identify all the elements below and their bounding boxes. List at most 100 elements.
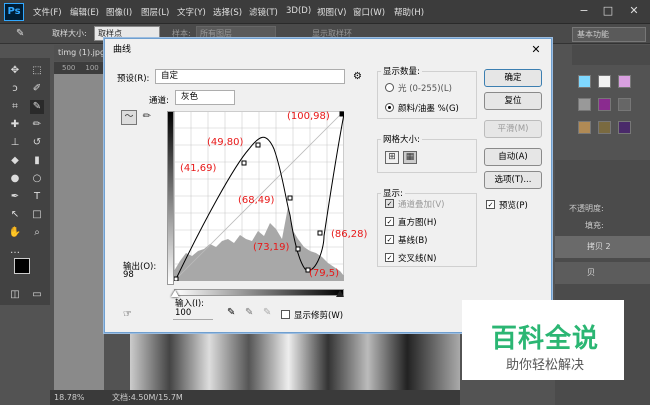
baseline-label: 基线(B) (398, 236, 428, 246)
menu-view[interactable]: 视图(V) (317, 6, 346, 18)
zoom-tool-icon[interactable]: ⌕ (30, 226, 44, 240)
eraser-tool-icon[interactable]: ◆ (8, 154, 22, 168)
menu-file[interactable]: 文件(F) (33, 6, 62, 18)
white-eyedropper-icon[interactable]: ✎ (263, 307, 271, 318)
fill-label: 填充: (585, 221, 604, 230)
quick-mask-icon[interactable]: ◫ (8, 288, 22, 302)
menu-edit[interactable]: 编辑(E) (70, 6, 99, 18)
show-clipping-checkbox[interactable] (281, 310, 290, 319)
document-canvas[interactable] (54, 74, 104, 390)
quick-select-icon[interactable]: ✐ (30, 82, 44, 96)
ruler-mark: 500 (62, 64, 76, 72)
white-point-slider[interactable] (171, 290, 179, 297)
blur-tool-icon[interactable]: ● (8, 172, 22, 186)
watermark-subtitle: 助你轻松解决 (505, 358, 584, 373)
adjustment-swatch[interactable] (578, 121, 591, 134)
point-annotation: (100,98) (287, 111, 330, 122)
path-select-icon[interactable]: ↖ (8, 208, 22, 222)
output-value[interactable]: 98 (123, 270, 134, 280)
preview-checkbox[interactable]: ✓ (486, 200, 495, 209)
layer-name: 拷贝 2 (587, 242, 611, 251)
brush-tool-icon[interactable]: ✏ (30, 118, 44, 132)
dialog-close-icon[interactable]: ✕ (525, 42, 547, 58)
channel-select[interactable]: 灰色 (175, 90, 235, 105)
menu-select[interactable]: 选择(S) (213, 6, 242, 18)
simple-grid-icon[interactable]: ⊞ (385, 151, 399, 164)
adjustment-swatch[interactable] (578, 75, 591, 88)
smooth-button[interactable]: 平滑(M) (484, 120, 542, 138)
adjustment-swatch[interactable] (598, 75, 611, 88)
more-tools-icon[interactable]: … (8, 244, 22, 258)
status-bar: 18.78% 文档:4.50M/15.7M (50, 390, 460, 405)
menu-window[interactable]: 窗口(W) (353, 6, 385, 18)
hand-tool-icon[interactable]: ✋ (8, 226, 22, 240)
point-annotation: (86,28) (331, 229, 368, 240)
minimize-icon[interactable]: − (575, 3, 593, 19)
adjustment-swatch[interactable] (618, 75, 631, 88)
curve-point (255, 142, 261, 148)
ok-button[interactable]: 确定 (484, 69, 542, 87)
menu-3d[interactable]: 3D(D) (286, 6, 311, 16)
adjustment-swatch[interactable] (598, 98, 611, 111)
menu-layer[interactable]: 图层(L) (141, 6, 169, 18)
input-gradient-bar (174, 289, 344, 296)
show-clipping-label: 显示修剪(W) (294, 311, 344, 321)
black-point-slider[interactable] (336, 290, 344, 297)
auto-button[interactable]: 自动(A) (484, 148, 542, 166)
history-brush-icon[interactable]: ↺ (30, 136, 44, 150)
gray-eyedropper-icon[interactable]: ✎ (245, 307, 253, 318)
crop-tool-icon[interactable]: ⌗ (8, 100, 22, 114)
type-tool-icon[interactable]: T (30, 190, 44, 204)
layer-row[interactable]: 贝 (555, 262, 650, 284)
preset-gear-icon[interactable]: ⚙ (353, 71, 362, 82)
stamp-tool-icon[interactable]: ⊥ (8, 136, 22, 150)
adjustment-swatch[interactable] (618, 98, 631, 111)
menu-filter[interactable]: 滤镜(T) (249, 6, 278, 18)
marquee-tool-icon[interactable]: ⬚ (30, 64, 44, 78)
pigment-radio[interactable] (385, 103, 394, 112)
preset-label: 预设(R): (117, 74, 150, 84)
baseline-checkbox[interactable]: ✓ (385, 235, 394, 244)
menu-type[interactable]: 文字(Y) (177, 6, 206, 18)
reset-button[interactable]: 复位 (484, 92, 542, 110)
layer-row[interactable]: 拷贝 2 (555, 236, 650, 258)
adjustment-swatch[interactable] (618, 121, 631, 134)
pencil-icon[interactable]: ✏ (139, 110, 155, 125)
preset-select[interactable]: 自定 (155, 69, 345, 84)
channel-overlay-checkbox[interactable]: ✓ (385, 199, 394, 208)
output-gradient-bar (167, 111, 174, 285)
gradient-tool-icon[interactable]: ▮ (30, 154, 44, 168)
dodge-tool-icon[interactable]: ○ (30, 172, 44, 186)
menu-help[interactable]: 帮助(H) (394, 6, 424, 18)
eyedropper-tool-icon[interactable]: ✎ (30, 100, 44, 114)
sample-size-label: 取样大小: (52, 29, 87, 38)
workspace-select[interactable]: 基本功能 (572, 27, 646, 42)
options-button[interactable]: 选项(T)... (484, 171, 542, 189)
eyedropper-icon[interactable]: ✎ (16, 28, 24, 39)
document-image[interactable] (130, 332, 460, 390)
healing-tool-icon[interactable]: ✚ (8, 118, 22, 132)
adjustment-swatch[interactable] (598, 121, 611, 134)
curve-edit-points-icon[interactable]: 〜 (121, 110, 137, 125)
light-radio[interactable] (385, 83, 394, 92)
adjustment-swatch[interactable] (578, 98, 591, 111)
move-tool-icon[interactable]: ✥ (8, 64, 22, 78)
screen-mode-icon[interactable]: ▭ (30, 288, 44, 302)
menu-image[interactable]: 图像(I) (106, 6, 132, 18)
histogram-checkbox[interactable]: ✓ (385, 217, 394, 226)
input-value[interactable]: 100 (173, 307, 213, 320)
preview-label: 预览(P) (499, 201, 528, 211)
intersection-checkbox[interactable]: ✓ (385, 253, 394, 262)
close-icon[interactable]: ✕ (625, 3, 643, 19)
curve-point (317, 230, 323, 236)
zoom-level[interactable]: 18.78% (54, 390, 85, 405)
maximize-icon[interactable]: □ (599, 3, 617, 19)
layer-name: 贝 (587, 268, 595, 277)
black-eyedropper-icon[interactable]: ✎ (227, 307, 235, 318)
lasso-tool-icon[interactable]: ↄ (8, 82, 22, 96)
target-adjust-icon[interactable]: ☞ (123, 309, 132, 320)
shape-tool-icon[interactable]: □ (30, 208, 44, 222)
pen-tool-icon[interactable]: ✒ (8, 190, 22, 204)
foreground-color-swatch[interactable] (14, 258, 30, 274)
detailed-grid-icon[interactable]: ▦ (403, 151, 417, 164)
